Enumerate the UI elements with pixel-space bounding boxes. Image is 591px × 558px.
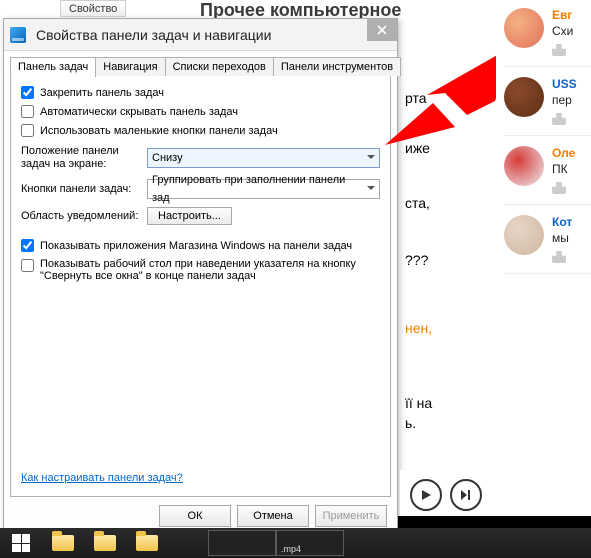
ok-button[interactable]: ОК [159,505,231,527]
thumbnail-label: .mp4 [277,544,305,555]
comment-text: пер [552,93,591,107]
background-tab: Свойство [60,0,126,17]
bg-text-fragment: ста, [405,195,430,211]
comment-text: мы [552,231,591,245]
media-player-bar [400,470,591,520]
like-icon[interactable] [552,113,566,125]
checkbox-small-buttons[interactable] [21,124,34,137]
file-explorer-button[interactable] [42,528,84,558]
select-taskbar-location[interactable]: Снизу [147,148,380,168]
cancel-button[interactable]: Отмена [237,505,309,527]
checkbox-autohide[interactable] [21,105,34,118]
taskbar-thumbnail[interactable] [208,530,276,556]
comment-item[interactable]: Кот мы [496,207,591,267]
like-icon[interactable] [552,182,566,194]
close-button[interactable] [367,19,397,41]
bg-text-fragment: иже [405,140,430,156]
bg-text-fragment: її на [405,395,432,411]
titlebar[interactable]: Свойства панели задач и навигации [4,19,397,51]
label-small-buttons: Использовать маленькие кнопки панели зад… [40,125,278,137]
comment-item[interactable]: Оле ПК [496,138,591,198]
video-strip [398,516,591,528]
play-button[interactable] [410,479,442,511]
folder-icon [52,535,74,551]
next-icon [460,489,472,501]
dialog-title: Свойства панели задач и навигации [36,27,271,43]
like-icon[interactable] [552,44,566,56]
taskbar-thumbnail[interactable]: .mp4 [276,530,344,556]
bg-text-fragment: рта [405,90,427,106]
chevron-down-icon [367,155,375,162]
checkbox-store-apps[interactable] [21,239,34,252]
play-icon [420,489,432,501]
label-store-apps: Показывать приложения Магазина Windows н… [40,240,352,252]
comment-text: ПК [552,162,591,176]
avatar[interactable] [504,8,544,48]
comments-sidebar: Евг Схи USS пер Оле ПК Кот мы [496,0,591,470]
customize-button[interactable]: Настроить... [147,207,232,225]
bg-text-fragment: ь. [405,415,416,431]
label-autohide: Автоматически скрывать панель задач [40,106,238,118]
avatar[interactable] [504,146,544,186]
comment-author[interactable]: USS [552,77,591,91]
comment-item[interactable]: Евг Схи [496,0,591,60]
help-link[interactable]: Как настраивать панели задач? [21,472,183,484]
checkbox-lock-taskbar[interactable] [21,86,34,99]
like-icon[interactable] [552,251,566,263]
windows-logo-icon [12,534,30,552]
label-lock-taskbar: Закрепить панель задач [40,87,164,99]
select-buttons-value: Группировать при заполнении панели зад [152,171,361,207]
avatar[interactable] [504,215,544,255]
select-location-value: Снизу [152,149,183,167]
next-button[interactable] [450,479,482,511]
comment-text: Схи [552,24,591,38]
folder-icon [94,535,116,551]
comment-author[interactable]: Евг [552,8,591,22]
comment-author[interactable]: Оле [552,146,591,160]
label-peek: Показывать рабочий стол при наведении ук… [40,258,360,282]
folder-icon [136,535,158,551]
start-button[interactable] [0,528,42,558]
bg-text-fragment: нен, [405,320,432,336]
label-taskbar-location: Положение панели задач на экране: [21,145,147,171]
tab-navigation[interactable]: Навигация [95,57,165,76]
windows-taskbar[interactable]: .mp4 [0,528,591,558]
tab-toolbars[interactable]: Панели инструментов [273,57,401,76]
taskbar-properties-icon [10,27,26,43]
bg-text-fragment: ??? [405,252,428,268]
tab-jumplists[interactable]: Списки переходов [165,57,274,76]
close-icon [377,25,387,35]
tabstrip: Панель задач Навигация Списки переходов … [4,51,397,76]
file-explorer-button[interactable] [126,528,168,558]
comment-author[interactable]: Кот [552,215,591,229]
checkbox-peek[interactable] [21,259,34,272]
label-notification-area: Область уведомлений: [21,210,147,223]
file-explorer-button[interactable] [84,528,126,558]
tab-panel: Закрепить панель задач Автоматически скр… [10,76,391,497]
label-taskbar-buttons: Кнопки панели задач: [21,183,147,196]
apply-button[interactable]: Применить [315,505,387,527]
avatar[interactable] [504,77,544,117]
thumbnail-label [209,554,217,555]
taskbar-properties-dialog: Свойства панели задач и навигации Панель… [3,18,398,538]
select-taskbar-buttons[interactable]: Группировать при заполнении панели зад [147,179,380,199]
comment-item[interactable]: USS пер [496,69,591,129]
tab-taskbar[interactable]: Панель задач [10,57,96,77]
chevron-down-icon [367,186,375,193]
